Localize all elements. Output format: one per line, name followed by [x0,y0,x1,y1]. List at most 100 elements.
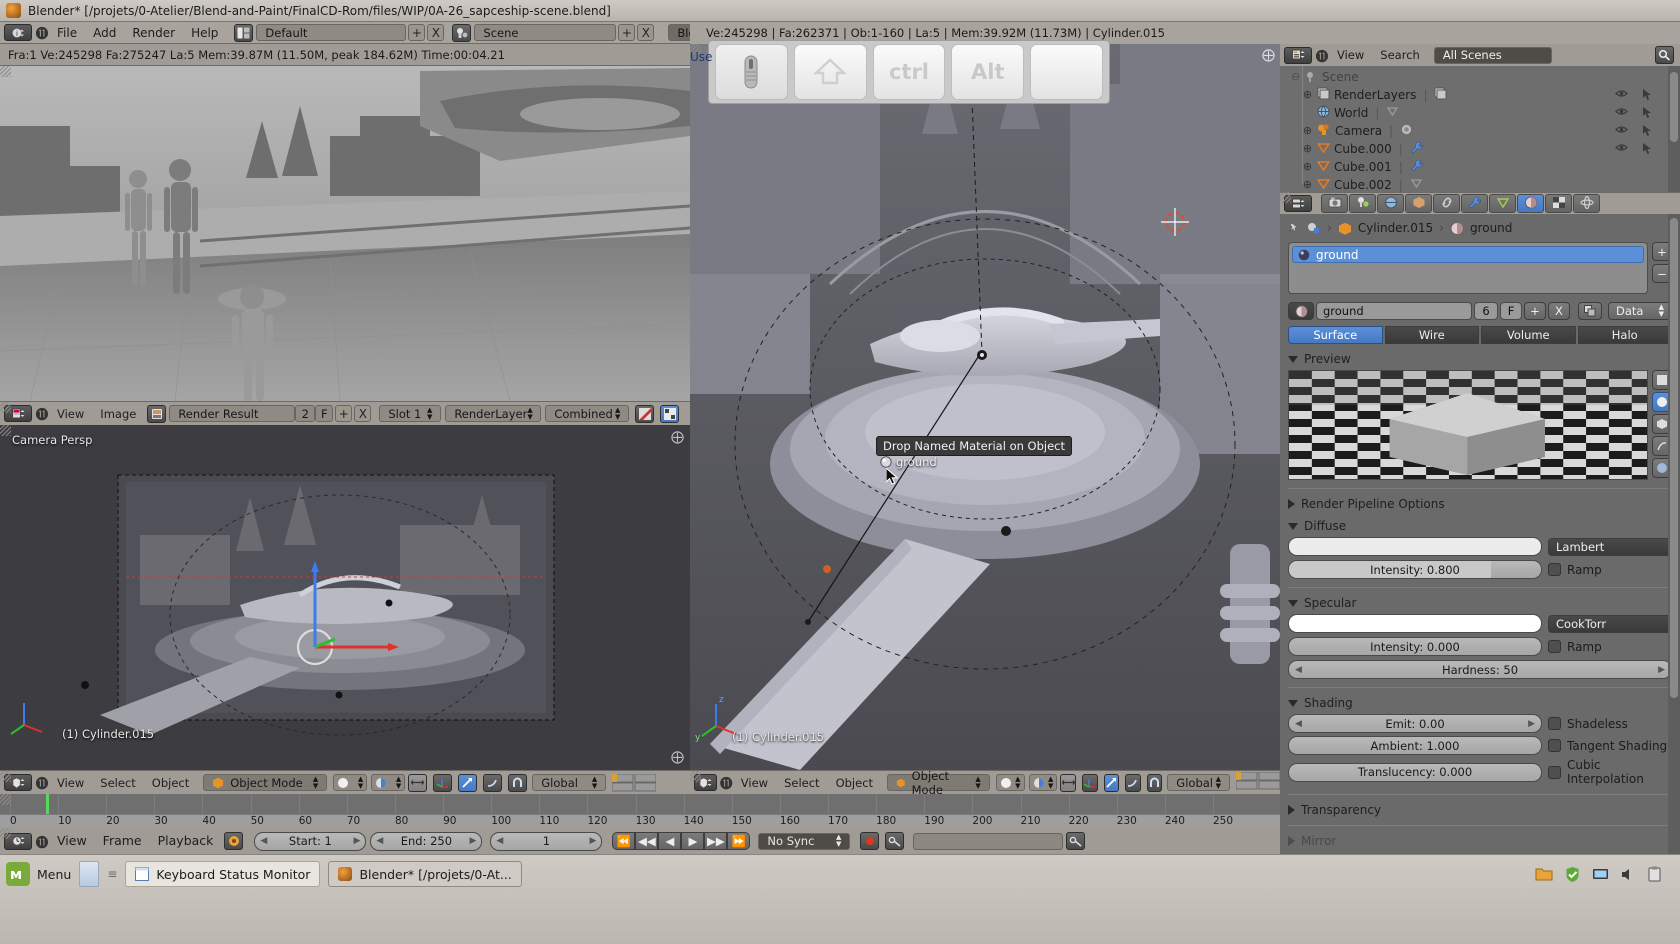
material-type-tabs[interactable]: Surface Wire Volume Halo [1280,320,1680,344]
specular-hardness-slider[interactable]: ◀ Hardness: 50 ▶ [1288,660,1672,679]
scene-layers-icon[interactable] [612,773,657,792]
clipboard-icon[interactable] [1647,866,1662,882]
expand-icon[interactable]: ⊕ [1302,125,1313,137]
properties-editor[interactable]: › Cylinder.015 › ground ground + − groun… [1280,192,1680,854]
eye-icon[interactable] [1615,142,1628,153]
view3d-menu-view[interactable]: View [49,773,92,793]
taskbar-item-blender[interactable]: Blender* [/projets/0-At... [328,861,522,887]
view3d-menu-select[interactable]: Select [92,773,143,793]
panel-header-pipeline[interactable]: Render Pipeline Options [1288,493,1672,515]
info-editor-icon[interactable]: i [4,24,32,41]
image-menu-image[interactable]: Image [92,404,144,424]
scene-field[interactable]: Scene [474,24,617,41]
image-menu-view[interactable]: View [49,404,92,424]
image-unlink-button[interactable]: X [354,405,372,422]
material-slot-area[interactable]: ground + − [1280,242,1680,294]
start-menu-button[interactable]: Menu [6,862,71,886]
chevron-left-icon[interactable]: ◀ [260,836,267,846]
physics-tab[interactable] [1573,194,1600,213]
view3d-editor-icon[interactable] [4,774,32,791]
modifier-icon[interactable] [1410,159,1424,175]
timeline-menu-playback[interactable]: Playback [150,831,222,851]
auto-keying-icon[interactable] [860,832,880,850]
material-sphere-icon[interactable] [1450,221,1464,235]
image-name-field[interactable]: Render Result [169,405,296,422]
material-tab[interactable] [1517,194,1544,213]
playhead[interactable] [46,794,49,814]
data-tab[interactable] [1489,194,1516,213]
cursor-icon[interactable] [1642,124,1654,137]
play-icon[interactable]: ▶ [681,832,705,850]
properties-editor-icon[interactable] [1284,195,1312,212]
collapse-menu-icon[interactable]: ⓫ [1315,46,1329,65]
specular-color-swatch[interactable] [1288,614,1542,633]
texture-tab[interactable] [1545,194,1572,213]
checkbox-icon[interactable] [1548,765,1561,779]
tab-surface[interactable]: Surface [1288,326,1383,344]
chevron-right-icon[interactable]: ▶ [1528,719,1535,729]
update-shield-icon[interactable] [1564,866,1581,883]
viewport-add-region-icon[interactable]: ⨁ [671,430,684,445]
rotate-manipulator-icon[interactable] [458,773,478,792]
chevron-left-icon[interactable]: ◀ [1295,665,1302,675]
copy-icon[interactable] [1578,302,1602,320]
eye-icon[interactable] [1615,88,1628,99]
menu-add[interactable]: Add [85,23,124,43]
current-frame-field[interactable]: ◀ 1 ▶ [490,831,603,851]
modifier-icon[interactable] [1410,141,1424,157]
cursor-icon[interactable] [1642,142,1654,155]
material-fake-user-toggle[interactable]: F [1500,302,1522,320]
render-layer-select[interactable]: RenderLayer ▲ ▼ [445,405,542,422]
expand-icon[interactable]: ⊖ [1290,71,1301,83]
cursor-icon[interactable] [1642,88,1654,101]
tangent-shading-toggle[interactable]: Tangent Shading [1548,739,1672,753]
panel-header-mirror[interactable]: Mirror [1288,830,1672,852]
material-slot-item[interactable]: ground [1292,246,1644,263]
alt-key[interactable]: Alt [951,44,1025,100]
render-tab[interactable] [1321,194,1348,213]
outliner-editor-icon[interactable] [1284,46,1312,64]
image-editor-icon[interactable] [4,405,32,422]
outliner-item-cube-001[interactable]: ⊕ Cube.001 | [1302,158,1680,176]
panel-header-specular[interactable]: Specular [1288,592,1672,614]
rotate-manipulator-icon[interactable] [1103,773,1120,792]
system-tray[interactable] [1535,866,1674,883]
volume-icon[interactable] [1620,867,1636,882]
search-filter-icon[interactable] [1655,46,1674,64]
panel-header-shading[interactable]: Shading [1288,692,1672,714]
expand-icon[interactable]: ⊕ [1302,143,1313,155]
image-fake-user-toggle[interactable]: F [315,405,334,422]
keying-set-icon[interactable] [885,832,905,850]
eye-icon[interactable] [1615,124,1628,135]
taskbar-item-keyboard-monitor[interactable]: Keyboard Status Monitor [125,861,321,887]
sync-mode-select[interactable]: No Sync ▲ ▼ [758,832,851,850]
outliner-scrollbar[interactable] [1668,66,1680,192]
view3d-menu-view[interactable]: View [733,773,776,793]
collapse-menu-icon[interactable]: ⓫ [35,773,49,792]
chevron-right-icon[interactable]: ▶ [589,836,596,846]
cubic-interpolation-toggle[interactable]: Cubic Interpolation [1548,758,1672,786]
chevron-left-icon[interactable]: ◀ [376,836,383,846]
tab-wire[interactable]: Wire [1384,326,1479,344]
new-material-button[interactable]: + [1524,302,1546,320]
prev-keyframe-icon[interactable]: ◀◀ [635,832,659,850]
mesh-data-icon[interactable] [1410,177,1423,192]
diffuse-color-swatch[interactable] [1288,537,1542,556]
collapse-menu-icon[interactable]: ⓫ [35,23,49,42]
unlink-material-button[interactable]: X [1548,302,1570,320]
menu-help[interactable]: Help [183,23,226,43]
menu-file[interactable]: File [49,23,85,43]
ctrl-key[interactable]: ctrl [872,44,946,100]
viewport-camera-persp[interactable]: Camera Persp (1) Cylinder.015 ⨁ ⨁ [0,425,690,770]
transform-orientation-select[interactable]: Global ▲ ▼ [1167,774,1231,791]
screen-add-button[interactable]: + [408,24,426,41]
checkbox-icon[interactable] [1548,717,1561,730]
translucency-slider[interactable]: Translucency: 0.000 [1288,762,1542,782]
specular-shader-select[interactable]: CookTorr [1548,614,1672,633]
render-slot-select[interactable]: Slot 1 ▲ ▼ [379,405,442,422]
view3d-editor-icon[interactable] [694,774,717,791]
render-canvas[interactable] [0,66,690,401]
end-frame-field[interactable]: ◀ End: 250 ▶ [370,831,483,851]
play-reverse-icon[interactable]: ◀ [658,832,682,850]
view3d-menu-select[interactable]: Select [776,773,827,793]
